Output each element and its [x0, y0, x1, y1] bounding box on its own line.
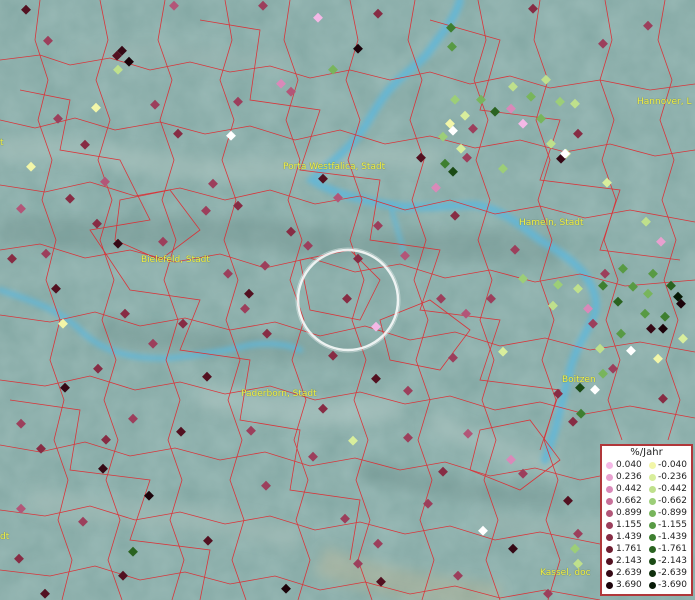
legend-swatch-negative — [649, 510, 656, 517]
legend-swatch-negative — [649, 582, 656, 589]
legend-swatch-negative — [649, 462, 656, 469]
legend-swatch-negative — [649, 558, 656, 565]
city-label-edge-left-top: t — [0, 138, 4, 148]
legend-row: 0.662 -0.662 — [604, 496, 692, 507]
legend-value-positive: 0.899 — [616, 508, 642, 518]
city-label-edge-left-bottom: dt — [0, 532, 10, 542]
legend-row: 3.690 -3.690 — [604, 580, 692, 591]
legend: %/Jahr 0.040 -0.040 0.236 -0.236 0.442 -0.442… — [600, 444, 693, 596]
legend-swatch-positive — [606, 582, 613, 589]
city-label-porta-westfalica: Porta Westfalica, Stadt — [283, 162, 386, 172]
legend-value-positive: 0.040 — [616, 460, 642, 470]
legend-value-negative: -2.143 — [658, 556, 688, 566]
legend-value-negative: -0.236 — [658, 472, 688, 482]
legend-value-positive: 1.761 — [616, 544, 642, 554]
legend-swatch-positive — [606, 546, 613, 553]
legend-row: 2.639 -2.639 — [604, 568, 692, 579]
legend-swatch-positive — [606, 522, 613, 529]
legend-swatch-positive — [606, 498, 613, 505]
legend-row: 1.761 -1.761 — [604, 544, 692, 555]
city-label-hameln: Hameln, Stadt — [519, 218, 584, 228]
legend-value-positive: 1.439 — [616, 532, 642, 542]
legend-value-negative: -1.761 — [658, 544, 688, 554]
legend-row: 0.442 -0.442 — [604, 484, 692, 495]
city-label-paderborn: Paderborn, Stadt — [241, 389, 317, 399]
legend-value-positive: 1.155 — [616, 520, 642, 530]
city-label-kassel: Kassel, doc — [540, 568, 591, 578]
legend-value-negative: -0.899 — [658, 508, 688, 518]
legend-value-negative: -1.439 — [658, 532, 688, 542]
legend-value-positive: 2.143 — [616, 556, 642, 566]
legend-swatch-negative — [649, 486, 656, 493]
legend-value-positive: 2.639 — [616, 568, 642, 578]
legend-swatch-positive — [606, 570, 613, 577]
legend-swatch-positive — [606, 462, 613, 469]
legend-swatch-negative — [649, 522, 656, 529]
city-label-bielefeld: Bielefeld, Stadt — [141, 255, 210, 265]
legend-row: 2.143 -2.143 — [604, 556, 692, 567]
legend-title: %/Jahr — [630, 447, 663, 458]
legend-swatch-negative — [649, 546, 656, 553]
legend-swatch-negative — [649, 474, 656, 481]
legend-value-negative: -0.442 — [658, 484, 688, 494]
city-label-hannover: Hannover, L — [637, 97, 692, 107]
legend-row: 0.040 -0.040 — [604, 460, 692, 471]
legend-value-negative: -0.662 — [658, 496, 688, 506]
legend-swatch-positive — [606, 534, 613, 541]
legend-value-negative: -2.639 — [658, 568, 688, 578]
legend-swatch-positive — [606, 486, 613, 493]
legend-value-negative: -3.690 — [658, 580, 688, 590]
legend-value-negative: -0.040 — [658, 460, 688, 470]
legend-value-positive: 0.236 — [616, 472, 642, 482]
legend-row: 1.439 -1.439 — [604, 532, 692, 543]
legend-swatch-positive — [606, 510, 613, 517]
legend-value-positive: 0.662 — [616, 496, 642, 506]
legend-row: 0.236 -0.236 — [604, 472, 692, 483]
legend-swatch-negative — [649, 534, 656, 541]
legend-swatch-positive — [606, 558, 613, 565]
legend-value-positive: 0.442 — [616, 484, 642, 494]
legend-value-negative: -1.155 — [658, 520, 688, 530]
city-label-boitzen: Boitzen — [562, 375, 596, 385]
map-canvas[interactable] — [0, 0, 695, 600]
legend-row: 1.155 -1.155 — [604, 520, 692, 531]
legend-swatch-negative — [649, 498, 656, 505]
legend-swatch-positive — [606, 474, 613, 481]
legend-swatch-negative — [649, 570, 656, 577]
legend-value-positive: 3.690 — [616, 580, 642, 590]
legend-row: 0.899 -0.899 — [604, 508, 692, 519]
